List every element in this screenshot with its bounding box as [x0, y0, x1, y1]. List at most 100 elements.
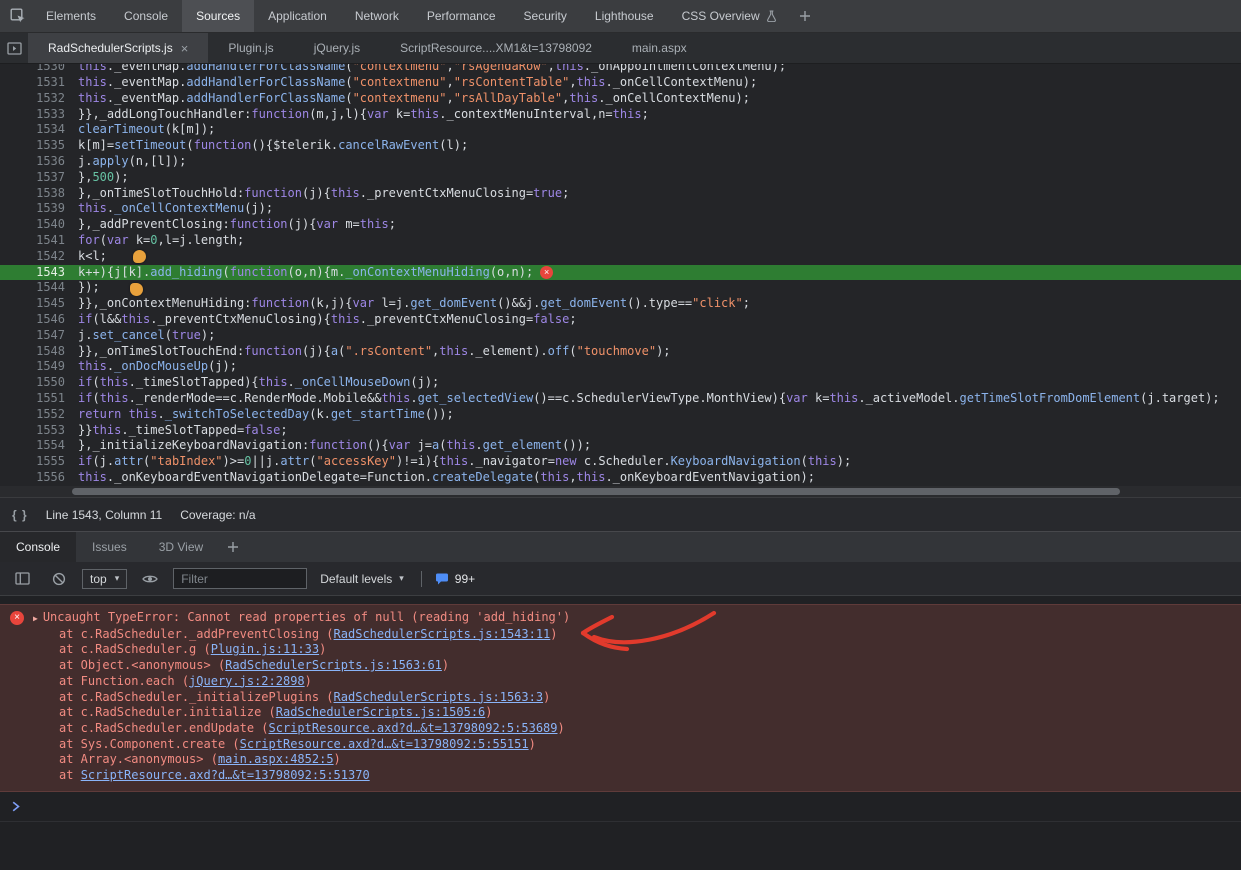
line-number[interactable]: 1537 — [0, 170, 70, 186]
add-drawer-tab-button[interactable] — [219, 534, 247, 560]
console-prompt[interactable] — [0, 792, 1241, 822]
line-number[interactable]: 1543 — [0, 265, 70, 281]
line-number[interactable]: 1547 — [0, 328, 70, 344]
line-number[interactable]: 1544 — [0, 280, 70, 296]
horizontal-scrollbar[interactable] — [0, 486, 1241, 497]
line-number[interactable]: 1533 — [0, 107, 70, 123]
pretty-print-icon[interactable]: { } — [12, 508, 28, 522]
line-number[interactable]: 1546 — [0, 312, 70, 328]
scrollbar-thumb[interactable] — [72, 488, 1120, 495]
cursor-position-label: Line 1543, Column 11 — [46, 508, 163, 522]
panel-tab-lighthouse[interactable]: Lighthouse — [581, 0, 668, 32]
close-tab-icon[interactable]: × — [181, 42, 189, 55]
panel-tab-elements[interactable]: Elements — [32, 0, 110, 32]
inspect-element-button[interactable] — [4, 3, 32, 29]
live-expression-button[interactable] — [136, 566, 164, 592]
console-sidebar-toggle-button[interactable] — [8, 566, 36, 592]
line-number[interactable]: 1554 — [0, 438, 70, 454]
file-tab-jquery-js[interactable]: jQuery.js — [294, 33, 380, 63]
code-line-text: }},_onContextMenuHiding:function(k,j){va… — [70, 296, 750, 312]
selection-handle-top[interactable] — [133, 250, 146, 263]
drawer-tab-console[interactable]: Console — [0, 532, 76, 562]
error-message-text: Uncaught TypeError: Cannot read properti… — [43, 610, 570, 626]
panel-tab-performance[interactable]: Performance — [413, 0, 510, 32]
line-number[interactable]: 1541 — [0, 233, 70, 249]
panel-tab-label: Console — [124, 9, 168, 23]
stack-frame-text: ) — [558, 721, 565, 735]
line-number[interactable]: 1535 — [0, 138, 70, 154]
stack-frame-link[interactable]: RadSchedulerScripts.js:1543:11 — [334, 627, 551, 641]
line-number[interactable]: 1536 — [0, 154, 70, 170]
line-number[interactable]: 1551 — [0, 391, 70, 407]
stack-frame-link[interactable]: jQuery.js:2:2898 — [189, 674, 305, 688]
selection-handle-bottom[interactable] — [130, 283, 143, 296]
stack-frame-link[interactable]: ScriptResource.axd?d…&t=13798092:5:53689 — [269, 721, 558, 735]
panel-tabbar: Elements Console SourcesApplicationNetwork… — [0, 0, 1241, 33]
line-number[interactable]: 1540 — [0, 217, 70, 233]
source-editor: 1530this._eventMap.addHandlerForClassNam… — [0, 64, 1241, 497]
stack-frame-link[interactable]: RadSchedulerScripts.js:1505:6 — [276, 705, 486, 719]
panel-tab-label: CSS Overview — [682, 9, 760, 23]
error-message-row: ▶ Uncaught TypeError: Cannot read proper… — [33, 610, 570, 627]
line-number[interactable]: 1550 — [0, 375, 70, 391]
stack-frame-link[interactable]: RadSchedulerScripts.js:1563:3 — [334, 690, 544, 704]
more-tabs-button[interactable] — [791, 3, 819, 29]
chevron-down-icon: ▾ — [115, 573, 120, 584]
code-row: 1533}},_addLongTouchHandler:function(m,j… — [0, 107, 1241, 123]
line-number[interactable]: 1530 — [0, 64, 70, 74]
log-levels-dropdown[interactable]: Default levels ▾ — [316, 572, 408, 586]
file-tab-label: RadSchedulerScripts.js — [48, 41, 173, 55]
expand-stack-toggle-icon[interactable]: ▶ — [33, 611, 38, 627]
code-row: 1552return this._switchToSelectedDay(k.g… — [0, 407, 1241, 423]
code-line-text: if(l&&this._preventCtxMenuClosing){this.… — [70, 312, 577, 328]
line-number[interactable]: 1556 — [0, 470, 70, 486]
line-number[interactable]: 1553 — [0, 423, 70, 439]
panel-tab-css-overview[interactable]: CSS Overview — [668, 0, 791, 32]
code-line-text: if(this._timeSlotTapped){this._onCellMou… — [70, 375, 439, 391]
panel-tab-sources[interactable]: Sources — [182, 0, 254, 32]
panel-tab-security[interactable]: Security — [510, 0, 581, 32]
stack-frame-text: ) — [334, 752, 341, 766]
stack-frame-link[interactable]: ScriptResource.axd?d…&t=13798092:5:55151 — [240, 737, 529, 751]
drawer-tab-3d-view[interactable]: 3D View — [143, 532, 219, 562]
line-number[interactable]: 1545 — [0, 296, 70, 312]
stack-frame-link[interactable]: main.aspx:4852:5 — [218, 752, 334, 766]
code-line-text: this._onCellContextMenu(j); — [70, 201, 273, 217]
file-tab-radschedulerscripts-js[interactable]: RadSchedulerScripts.js × — [28, 33, 208, 63]
issues-counter[interactable]: 99+ — [435, 572, 475, 586]
drawer-tab-issues[interactable]: Issues — [76, 532, 143, 562]
line-number[interactable]: 1548 — [0, 344, 70, 360]
coverage-label: Coverage: n/a — [180, 508, 255, 522]
panel-tab-console[interactable]: Console — [110, 0, 182, 32]
line-number[interactable]: 1538 — [0, 186, 70, 202]
stack-frame: at c.RadScheduler._initializePlugins (Ra… — [59, 690, 570, 706]
line-number[interactable]: 1531 — [0, 75, 70, 91]
stack-frame-link[interactable]: Plugin.js:11:33 — [211, 642, 319, 656]
console-filter-input[interactable] — [173, 568, 307, 589]
code-row: 1554},_initializeKeyboardNavigation:func… — [0, 438, 1241, 454]
line-number[interactable]: 1555 — [0, 454, 70, 470]
javascript-context-selector[interactable]: top ▾ — [82, 569, 127, 589]
stack-frame-link[interactable]: RadSchedulerScripts.js:1563:61 — [225, 658, 442, 672]
line-number[interactable]: 1549 — [0, 359, 70, 375]
line-number[interactable]: 1539 — [0, 201, 70, 217]
line-number[interactable]: 1532 — [0, 91, 70, 107]
code-line-text: k++){j[k].add_hiding(function(o,n){m._on… — [70, 265, 553, 281]
line-number[interactable]: 1552 — [0, 407, 70, 423]
panel-tab-network[interactable]: Network — [341, 0, 413, 32]
toggle-navigator-button[interactable] — [0, 35, 28, 61]
stack-frame-text: ) — [550, 627, 557, 641]
console-toolbar: top ▾ Default levels ▾ 99+ — [0, 562, 1241, 596]
prompt-chevron-icon — [12, 801, 20, 812]
clear-console-button[interactable] — [45, 566, 73, 592]
stack-frame-link[interactable]: ScriptResource.axd?d…&t=13798092:5:51370 — [81, 768, 370, 782]
sidebar-panel-icon — [15, 572, 30, 585]
file-tab-main-aspx[interactable]: main.aspx — [612, 33, 707, 63]
line-number[interactable]: 1534 — [0, 122, 70, 138]
code-line-text: }); — [70, 280, 100, 296]
panel-tab-application[interactable]: Application — [254, 0, 341, 32]
line-number[interactable]: 1542 — [0, 249, 70, 265]
error-body: ▶ Uncaught TypeError: Cannot read proper… — [33, 610, 570, 784]
file-tab-scriptresource-xm1-t-13798092[interactable]: ScriptResource....XM1&t=13798092 — [380, 33, 612, 63]
file-tab-plugin-js[interactable]: Plugin.js — [208, 33, 293, 63]
